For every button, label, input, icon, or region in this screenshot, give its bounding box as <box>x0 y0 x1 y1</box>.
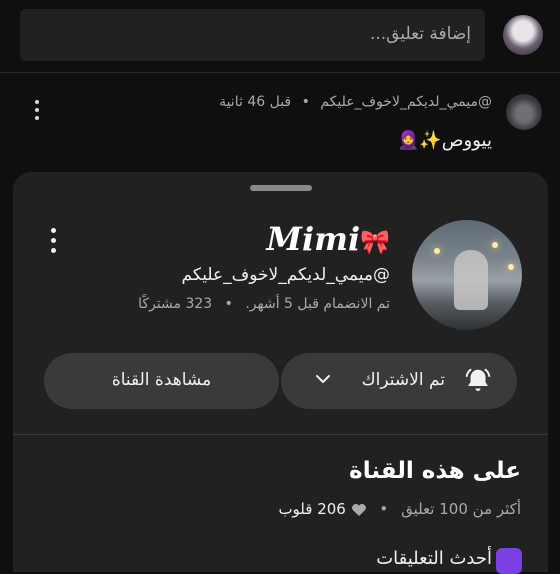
stats-separator: • <box>224 296 233 312</box>
channel-stats: تم الانضمام قبل 5 أشهر. • 323 مشتركًا <box>138 296 390 312</box>
bell-icon <box>465 368 491 391</box>
channel-handle: @ميمي_لديكم_لاخوف_عليكم <box>181 265 390 285</box>
next-section-label: أحدث التعليقات <box>376 548 492 569</box>
comment-meta: @ميمي_لديكم_لاخوف_عليكم • قبل 46 ثانية <box>219 94 492 110</box>
add-comment-input[interactable]: إضافة تعليق... <box>20 9 485 61</box>
add-comment-placeholder: إضافة تعليق... <box>369 24 471 44</box>
channel-bottom-sheet: Mimi🎀 @ميمي_لديكم_لاخوف_عليكم تم الانضما… <box>13 172 548 574</box>
drag-handle[interactable] <box>250 185 312 191</box>
hearts-stat: 206 قلوب <box>278 500 346 518</box>
channel-avatar[interactable] <box>412 220 522 330</box>
heart-icon <box>351 503 366 516</box>
comments-stat: أكثر من 100 تعليق <box>401 500 521 518</box>
current-user-avatar[interactable] <box>503 15 543 55</box>
meta-separator: • <box>301 94 310 110</box>
joined-date: تم الانضمام قبل 5 أشهر. <box>245 296 390 312</box>
comment-text: ييووص✨🧕 <box>396 130 492 151</box>
comment-time: قبل 46 ثانية <box>219 94 292 110</box>
subscriber-count: 323 مشتركًا <box>138 296 213 312</box>
comment-author[interactable]: @ميمي_لديكم_لاخوف_عليكم <box>320 94 492 110</box>
about-channel-title: على هذه القناة <box>349 458 521 484</box>
chevron-down-icon <box>316 375 330 383</box>
badge-icon <box>496 548 522 574</box>
section-divider <box>13 434 548 435</box>
commenter-avatar[interactable] <box>506 94 542 130</box>
about-channel-stats: أكثر من 100 تعليق • 206 قلوب <box>278 500 521 518</box>
bow-icon: 🎀 <box>360 227 390 256</box>
comment-composer: إضافة تعليق... <box>0 0 560 73</box>
about-separator: • <box>379 500 389 518</box>
subscribed-label: تم الاشتراك <box>361 370 445 390</box>
view-channel-label: مشاهدة القناة <box>111 370 212 390</box>
channel-more-icon[interactable] <box>47 228 59 258</box>
subscribed-button[interactable]: تم الاشتراك <box>281 353 517 409</box>
view-channel-button[interactable]: مشاهدة القناة <box>44 353 279 409</box>
comment-more-icon[interactable] <box>30 100 44 126</box>
channel-name-text: Mimi <box>266 220 361 258</box>
comment-item: @ميمي_لديكم_لاخوف_عليكم • قبل 46 ثانية ي… <box>0 88 560 168</box>
channel-name: Mimi🎀 <box>267 220 390 258</box>
